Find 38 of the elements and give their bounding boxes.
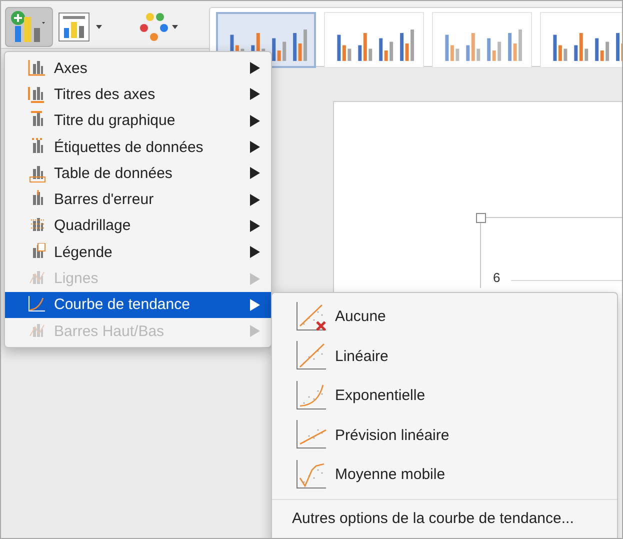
menu-item[interactable]: Barres d'erreur (5, 186, 271, 213)
submenu-arrow-icon (249, 272, 261, 285)
menu-item[interactable]: Légende (5, 239, 271, 266)
menu-item[interactable]: Moyenne mobile (272, 455, 617, 494)
chart-element-icon (27, 58, 46, 78)
menu-item[interactable]: Courbe de tendance (5, 292, 271, 318)
submenu-arrow-icon (249, 298, 261, 311)
menu-item[interactable]: Axes (5, 55, 271, 82)
submenu-arrow-icon (249, 194, 261, 206)
chart-element-icon (27, 84, 46, 104)
resize-handle[interactable] (476, 213, 486, 223)
add-chart-element-button[interactable] (5, 7, 53, 47)
trendline-icon (296, 341, 327, 372)
submenu-arrow-icon (249, 220, 261, 232)
submenu-arrow-icon (249, 114, 261, 127)
menu-item[interactable]: Titre du graphique (5, 108, 271, 134)
trendline-icon (296, 460, 327, 490)
chart-element-icon (27, 164, 46, 183)
axis-label: 6 (493, 270, 500, 285)
menu-item[interactable]: Titres des axes (5, 81, 271, 108)
trendline-icon (296, 380, 327, 411)
menu-item[interactable]: Prévision linéaire (272, 416, 617, 455)
menu-item[interactable]: Quadrillage (5, 212, 271, 240)
menu-item[interactable]: Linéaire (272, 336, 617, 376)
menu-item[interactable]: Table de données (5, 160, 271, 186)
trendline-icon (296, 302, 327, 332)
submenu-arrow-icon (249, 167, 261, 180)
submenu-arrow-icon (249, 141, 261, 154)
menu-item[interactable]: Autres options de la courbe de tendance... (292, 510, 574, 526)
trendline-icon (296, 420, 327, 450)
menu-item[interactable]: Étiquettes de données (5, 134, 271, 160)
menu-item[interactable]: Aucune (272, 297, 617, 336)
submenu-arrow-icon (249, 88, 261, 100)
menu-item[interactable]: Exponentielle (272, 376, 617, 416)
chart-element-icon (27, 295, 46, 314)
submenu-arrow-icon (249, 62, 261, 74)
submenu-arrow-icon (249, 246, 261, 258)
submenu-arrow-icon (249, 325, 261, 338)
